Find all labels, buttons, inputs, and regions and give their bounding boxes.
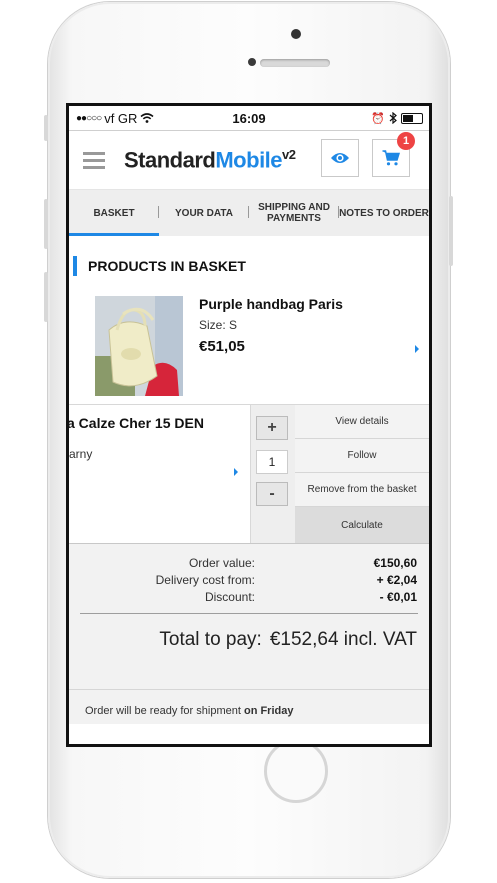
discount-row: Discount: - €0,01: [69, 590, 429, 606]
app-header: StandardMobilev2 1: [69, 131, 429, 190]
checkout-tabs: BASKET YOUR DATA SHIPPING AND PAYMENTS N…: [69, 190, 429, 236]
delivery-label: Delivery cost from:: [155, 573, 255, 587]
calculate-button[interactable]: Calculate: [295, 507, 429, 543]
status-time: 16:09: [232, 110, 266, 126]
mute-switch: [44, 115, 48, 141]
discount-label: Discount:: [204, 590, 255, 604]
summary-bottom-divider: [69, 689, 429, 690]
basket-item[interactable]: Purple handbag Paris Size: S €51,05: [69, 296, 429, 404]
total-label: Total to pay:: [159, 629, 262, 650]
remove-from-basket-button[interactable]: Remove from the basket: [295, 473, 429, 507]
home-button[interactable]: [264, 739, 328, 803]
increase-quantity-button[interactable]: +: [256, 416, 288, 440]
camera-icon: [248, 58, 256, 66]
basket-item-expanded: a Calze Cher 15 DEN arny + 1 - View deta…: [69, 404, 429, 544]
order-value-label: Order value:: [188, 556, 255, 570]
speaker-grille: [260, 59, 330, 67]
shipment-info: Order will be ready for shipment on Frid…: [85, 705, 294, 717]
front-camera: [291, 29, 301, 39]
tab-your-data[interactable]: YOUR DATA: [159, 190, 249, 236]
chevron-right-icon[interactable]: [234, 468, 238, 476]
decrease-quantity-button[interactable]: -: [256, 482, 288, 506]
order-value: €150,60: [373, 556, 417, 570]
product-size: Size: S: [199, 318, 238, 332]
product-subtitle: arny: [69, 447, 93, 461]
delivery-row: Delivery cost from: + €2,04: [69, 573, 429, 589]
summary-divider: [80, 613, 418, 614]
product-image[interactable]: [95, 296, 183, 396]
screen: ●●○○○ vf GR 16:09 ⏰ StandardMobilev2 1 B…: [66, 103, 432, 747]
total-value: €152,64 incl. VAT: [269, 629, 417, 650]
discount-value: - €0,01: [379, 590, 417, 604]
view-button[interactable]: [321, 139, 359, 177]
product-name[interactable]: a Calze Cher 15 DEN: [69, 415, 204, 431]
product-price: €51,05: [199, 338, 245, 355]
total-to-pay: Total to pay: €152,64 incl. VAT: [159, 629, 417, 651]
power-button: [449, 196, 453, 266]
order-value-row: Order value: €150,60: [69, 556, 429, 572]
menu-icon[interactable]: [83, 151, 105, 169]
logo[interactable]: StandardMobilev2: [124, 147, 296, 173]
tab-shipping-payments[interactable]: SHIPPING AND PAYMENTS: [249, 190, 339, 236]
follow-button[interactable]: Follow: [295, 439, 429, 473]
cart-icon: [382, 150, 400, 166]
eye-icon: [331, 153, 349, 163]
status-bar: ●●○○○ vf GR 16:09 ⏰: [69, 106, 429, 131]
cart-button[interactable]: 1: [372, 132, 415, 177]
section-title: PRODUCTS IN BASKET: [73, 256, 429, 276]
product-name[interactable]: Purple handbag Paris: [199, 296, 343, 312]
shipment-day: on Friday: [243, 705, 294, 717]
chevron-right-icon[interactable]: [415, 345, 419, 353]
quantity-field[interactable]: 1: [256, 450, 288, 474]
order-summary: Order value: €150,60 Delivery cost from:…: [69, 544, 429, 724]
quantity-stepper: + 1 -: [250, 405, 296, 543]
view-details-button[interactable]: View details: [295, 405, 429, 439]
volume-down-button: [44, 272, 48, 322]
delivery-cost: + €2,04: [376, 573, 417, 587]
cart-count-badge: 1: [397, 132, 415, 150]
tab-basket[interactable]: BASKET: [69, 190, 159, 236]
item-actions-menu: View details Follow Remove from the bask…: [295, 405, 429, 543]
battery-icon: [401, 112, 423, 124]
tab-notes-to-order[interactable]: NOTES TO ORDER: [339, 190, 429, 236]
volume-up-button: [44, 199, 48, 249]
